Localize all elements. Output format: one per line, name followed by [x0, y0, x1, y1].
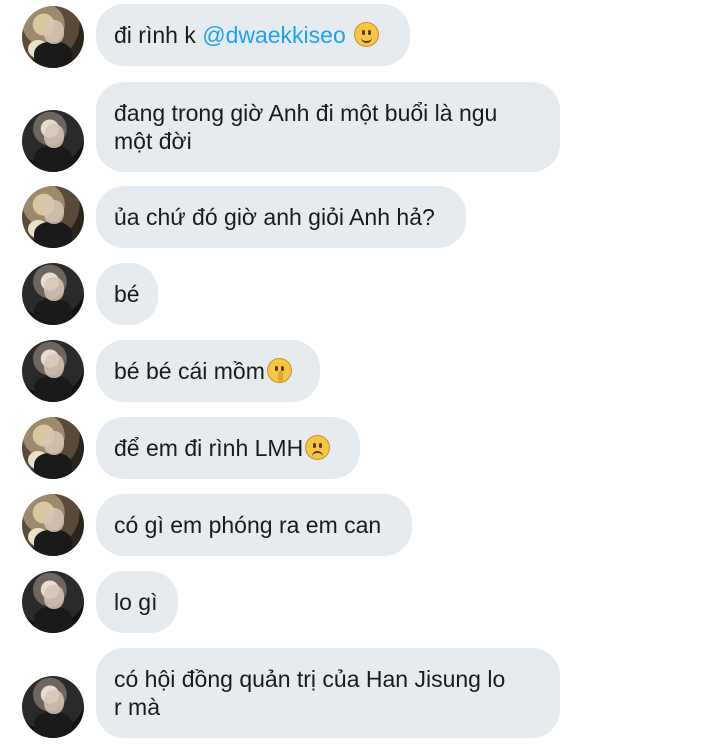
message-bubble: đang trong giờ Anh đi một buổi là ngu mộ… — [96, 82, 560, 172]
message-text: có gì em phóng ra em can — [114, 512, 382, 538]
message-text: có hội đồng quản trị của Han Jisung lo — [114, 666, 506, 692]
slightly-smiling-face-icon — [354, 22, 380, 47]
message-bubble: ủa chứ đó giờ anh giỏi Anh hả? — [96, 186, 466, 248]
avatar[interactable] — [22, 494, 84, 556]
shushing-face-icon — [266, 358, 292, 383]
message-text: để em đi rình LMH — [114, 435, 304, 461]
message-text: bé — [114, 281, 140, 307]
message-text: r mà — [114, 694, 160, 720]
avatar[interactable] — [22, 417, 84, 479]
avatar[interactable] — [22, 676, 84, 738]
message-text: ủa chứ đó giờ anh giỏi Anh hả? — [114, 204, 435, 230]
avatar[interactable] — [22, 571, 84, 633]
message-bubble: bé — [96, 263, 158, 325]
message-text: lo gì — [114, 589, 158, 615]
message-bubble: có hội đồng quản trị của Han Jisung lo r… — [96, 648, 560, 738]
avatar[interactable] — [22, 263, 84, 325]
message-text: một đời — [114, 128, 192, 154]
message-text: đi rình k — [114, 22, 203, 48]
avatar[interactable] — [22, 6, 84, 68]
avatar[interactable] — [22, 340, 84, 402]
user-mention-link[interactable]: @dwaekkiseo — [202, 22, 346, 48]
worried-face-icon — [305, 435, 331, 460]
message-bubble: đi rình k @dwaekkiseo — [96, 4, 410, 66]
message-bubble: bé bé cái mồm — [96, 340, 320, 402]
message-text: đang trong giờ Anh đi một buổi là ngu — [114, 100, 498, 126]
message-bubble: có gì em phóng ra em can — [96, 494, 412, 556]
avatar[interactable] — [22, 186, 84, 248]
avatar[interactable] — [22, 110, 84, 172]
message-bubble: để em đi rình LMH — [96, 417, 360, 479]
message-bubble: lo gì — [96, 571, 178, 633]
message-text: bé bé cái mồm — [114, 358, 265, 384]
